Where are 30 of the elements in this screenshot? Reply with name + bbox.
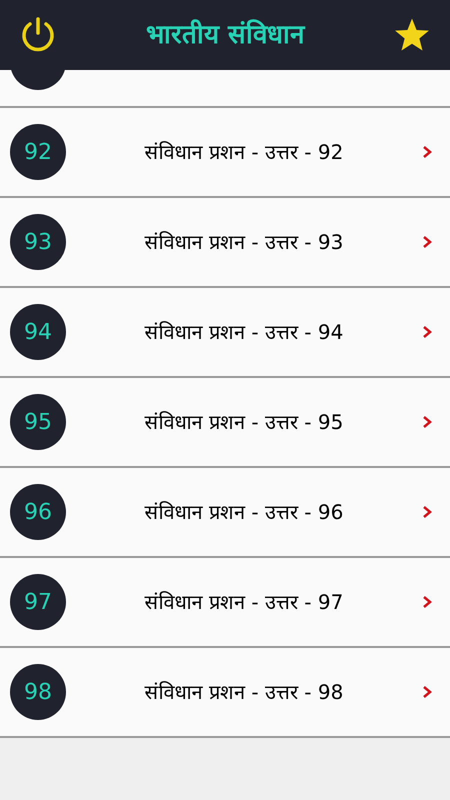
item-label: संविधान प्रशन - उत्तर - 96: [144, 499, 344, 526]
item-label: संविधान प्रशन - उत्तर - 94: [144, 319, 344, 346]
chevron-right-icon: [422, 505, 432, 519]
list-item[interactable]: 94 संविधान प्रशन - उत्तर - 94: [0, 288, 450, 378]
number-badge: 94: [10, 304, 66, 360]
number-badge: 93: [10, 214, 66, 270]
item-label: संविधान प्रशन - उत्तर - 97: [144, 589, 344, 616]
list-item[interactable]: 93 संविधान प्रशन - उत्तर - 93: [0, 198, 450, 288]
number-badge: 96: [10, 484, 66, 540]
number-badge: 92: [10, 124, 66, 180]
chevron-right-icon: [422, 415, 432, 429]
chevron-right-icon: [422, 685, 432, 699]
chevron-right-icon: [422, 235, 432, 249]
chevron-right-icon: [422, 595, 432, 609]
list-item[interactable]: 96 संविधान प्रशन - उत्तर - 96: [0, 468, 450, 558]
list-item[interactable]: 92 संविधान प्रशन - उत्तर - 92: [0, 108, 450, 198]
item-label: संविधान प्रशन - उत्तर - 95: [144, 409, 344, 436]
number-badge: 98: [10, 664, 66, 720]
number-badge: 95: [10, 394, 66, 450]
list-item[interactable]: 97 संविधान प्रशन - उत्तर - 97: [0, 558, 450, 648]
item-label: संविधान प्रशन - उत्तर - 92: [144, 139, 344, 166]
item-label: संविधान प्रशन - उत्तर - 93: [144, 229, 344, 256]
item-label: संविधान प्रशन - उत्तर - 98: [144, 679, 344, 706]
chevron-right-icon: [422, 145, 432, 159]
star-icon: [393, 17, 431, 53]
app-title: भारतीय संविधान: [146, 18, 304, 52]
list-item[interactable]: 95 संविधान प्रशन - उत्तर - 95: [0, 378, 450, 468]
number-badge: 97: [10, 574, 66, 630]
list-item[interactable]: 98 संविधान प्रशन - उत्तर - 98: [0, 648, 450, 738]
chevron-right-icon: [422, 325, 432, 339]
